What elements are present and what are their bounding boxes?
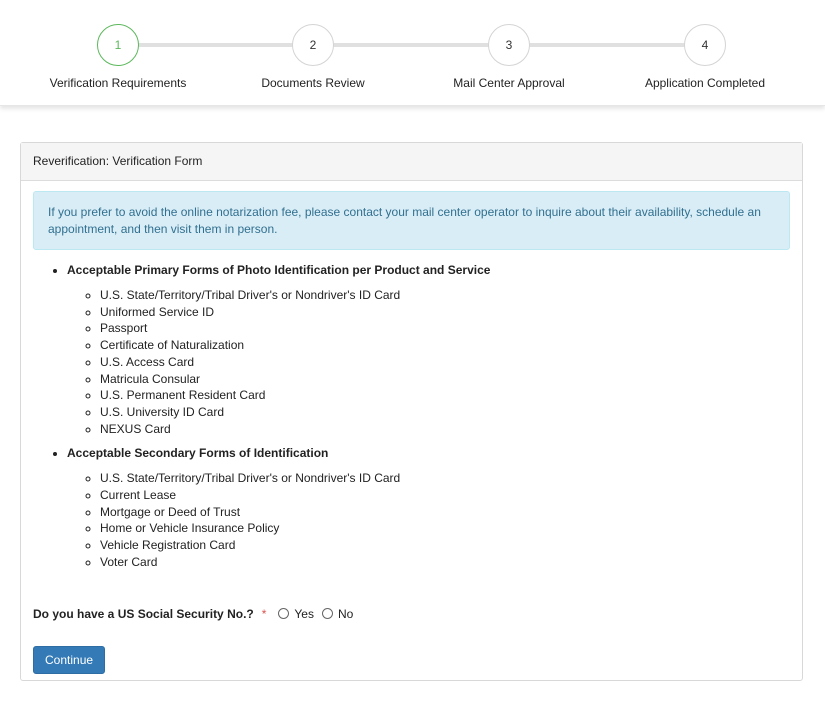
list-item: U.S. State/Territory/Tribal Driver's or … [100, 287, 790, 304]
info-alert: If you prefer to avoid the online notari… [33, 191, 790, 250]
list-item: Passport [100, 320, 790, 337]
required-indicator: * [261, 606, 267, 621]
ssn-yes-option[interactable]: Yes [278, 607, 314, 621]
list-item: Uniformed Service ID [100, 304, 790, 321]
secondary-ids-heading: Acceptable Secondary Forms of Identifica… [67, 446, 329, 461]
primary-ids-list: U.S. State/Territory/Tribal Driver's or … [67, 287, 790, 437]
list-item: U.S. University ID Card [100, 404, 790, 421]
step-2-label: Documents Review [261, 76, 365, 90]
step-connector [118, 43, 705, 47]
ssn-no-radio[interactable] [321, 608, 333, 620]
step-2: 2 Documents Review [243, 24, 383, 90]
id-requirements-list: Acceptable Primary Forms of Photo Identi… [33, 262, 790, 571]
ssn-yes-radio[interactable] [278, 608, 290, 620]
list-item: U.S. Permanent Resident Card [100, 387, 790, 404]
ssn-no-label[interactable]: No [338, 607, 353, 621]
list-item: U.S. Access Card [100, 354, 790, 371]
panel-body: If you prefer to avoid the online notari… [21, 181, 802, 674]
list-item: Vehicle Registration Card [100, 537, 790, 554]
step-1: 1 Verification Requirements [48, 24, 188, 90]
list-item: NEXUS Card [100, 421, 790, 438]
step-1-circle: 1 [97, 24, 139, 66]
list-item: Home or Vehicle Insurance Policy [100, 520, 790, 537]
step-4-circle: 4 [684, 24, 726, 66]
progress-stepper: 1 Verification Requirements 2 Documents … [0, 0, 825, 106]
primary-ids-heading: Acceptable Primary Forms of Photo Identi… [67, 263, 491, 277]
panel-title: Reverification: Verification Form [21, 143, 802, 181]
list-item: Mortgage or Deed of Trust [100, 504, 790, 521]
step-3-circle: 3 [488, 24, 530, 66]
ssn-question: Do you have a US Social Security No.? * … [33, 605, 790, 623]
list-item: U.S. State/Territory/Tribal Driver's or … [100, 470, 790, 487]
secondary-ids-section: Acceptable Secondary Forms of Identifica… [67, 445, 790, 570]
step-1-label: Verification Requirements [49, 76, 187, 90]
list-item: Voter Card [100, 554, 790, 571]
primary-ids-section: Acceptable Primary Forms of Photo Identi… [67, 262, 790, 437]
step-3: 3 Mail Center Approval [439, 24, 579, 90]
list-item: Matricula Consular [100, 371, 790, 388]
verification-form-panel: Reverification: Verification Form If you… [20, 142, 803, 681]
secondary-ids-list: U.S. State/Territory/Tribal Driver's or … [67, 470, 790, 570]
step-4-label: Application Completed [644, 76, 766, 90]
list-item: Certificate of Naturalization [100, 337, 790, 354]
continue-button[interactable]: Continue [33, 645, 106, 674]
step-4: 4 Application Completed [635, 24, 775, 90]
ssn-question-label: Do you have a US Social Security No.? [33, 606, 254, 621]
list-item: Current Lease [100, 487, 790, 504]
ssn-yes-label[interactable]: Yes [294, 607, 314, 621]
step-3-label: Mail Center Approval [453, 76, 565, 90]
step-2-circle: 2 [292, 24, 334, 66]
ssn-no-option[interactable]: No [321, 607, 353, 621]
